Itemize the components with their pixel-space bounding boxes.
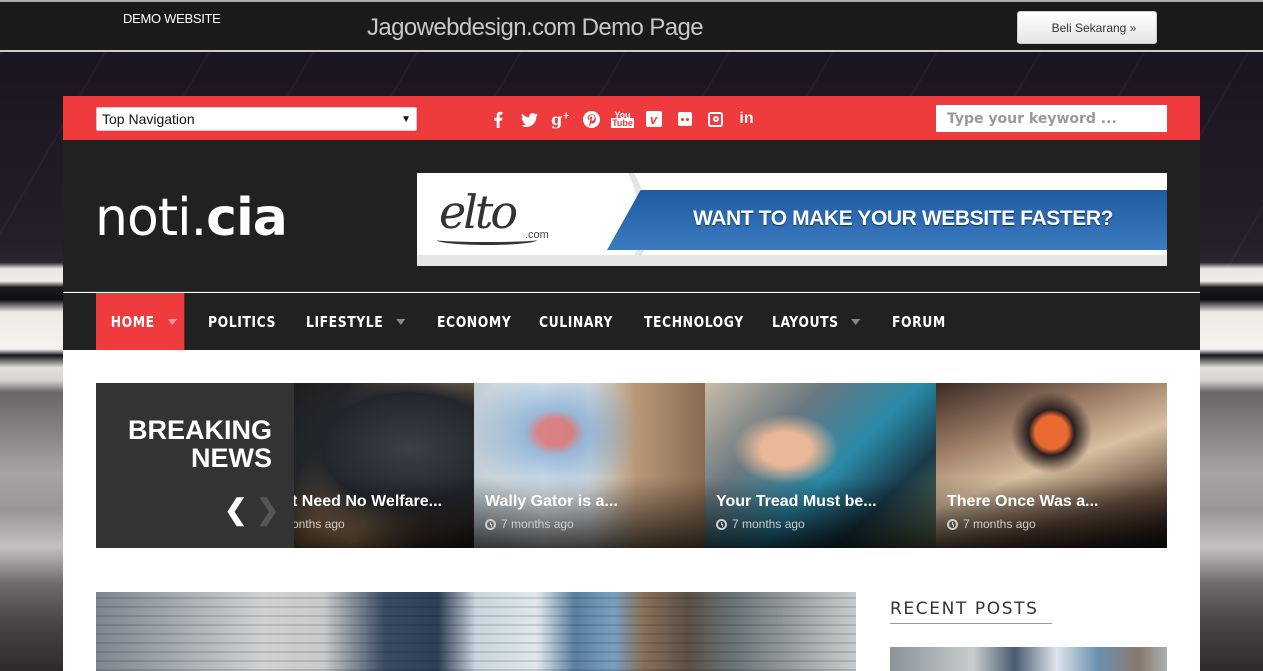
slide-date-text: 7 months ago bbox=[501, 517, 574, 531]
clock-icon bbox=[485, 518, 496, 530]
site-wrapper: Top Navigation ▼ g+ You Tube v in Type yo… bbox=[63, 96, 1200, 671]
site-header: noti.cia elto .com WANT TO MAKE YOUR WEB… bbox=[63, 140, 1200, 292]
search-input[interactable]: Type your keyword ... bbox=[936, 105, 1167, 132]
nav-label: TECHNOLOGY bbox=[644, 312, 744, 331]
site-logo[interactable]: noti.cia bbox=[95, 192, 288, 244]
top-navigation-select[interactable]: Top Navigation ▼ bbox=[96, 107, 417, 131]
next-arrow-icon[interactable]: ❯ bbox=[256, 493, 279, 526]
slide-date: 7 months ago bbox=[485, 517, 574, 531]
instagram-icon[interactable] bbox=[700, 108, 731, 130]
social-links: g+ You Tube v in bbox=[483, 108, 762, 130]
top-bar: Top Navigation ▼ g+ You Tube v in Type yo… bbox=[63, 96, 1200, 140]
nav-item-economy[interactable]: ECONOMY bbox=[437, 293, 511, 350]
nav-label: CULINARY bbox=[539, 312, 613, 331]
nav-label: LIFESTYLE bbox=[306, 312, 384, 331]
slide-date: onths ago bbox=[292, 517, 345, 531]
slide-title: Your Tread Must be... bbox=[716, 493, 877, 510]
ad-logo-swoosh bbox=[437, 235, 537, 245]
breaking-title-line1: BREAKING bbox=[127, 415, 272, 445]
slide-shade bbox=[936, 478, 1167, 548]
slide-date: 7 months ago bbox=[716, 517, 805, 531]
twitter-icon[interactable] bbox=[514, 108, 545, 130]
ad-headline: WANT TO MAKE YOUR WEBSITE FASTER? bbox=[693, 207, 1114, 230]
slide-title: There Once Was a... bbox=[947, 493, 1099, 510]
nav-item-forum[interactable]: FORUM bbox=[892, 293, 946, 350]
flickr-icon[interactable] bbox=[669, 108, 700, 130]
news-slide[interactable]: There Once Was a... 7 months ago bbox=[936, 383, 1167, 548]
breaking-title-line2: NEWS bbox=[191, 443, 272, 473]
facebook-icon[interactable] bbox=[483, 108, 514, 130]
previous-arrow-icon[interactable]: ❮ bbox=[224, 493, 247, 526]
news-slide[interactable]: Your Tread Must be... 7 months ago bbox=[705, 383, 936, 548]
slide-title: t Need No Welfare... bbox=[292, 493, 442, 510]
caret-down-icon bbox=[851, 318, 861, 325]
slide-date-text: 7 months ago bbox=[963, 517, 1036, 531]
nav-item-politics[interactable]: POLITICS bbox=[208, 293, 276, 350]
breaking-news-label-box: BREAKING NEWS ❮ ❯ bbox=[96, 383, 294, 548]
clock-icon bbox=[716, 518, 727, 530]
buy-now-button[interactable]: Beli Sekarang » bbox=[1017, 11, 1157, 44]
nav-item-technology[interactable]: TECHNOLOGY bbox=[644, 293, 744, 350]
nav-item-layouts[interactable]: LAYOUTS bbox=[772, 293, 861, 350]
demo-title: Jagowebdesign.com Demo Page bbox=[367, 14, 704, 41]
slide-shade bbox=[705, 478, 936, 548]
demo-label: DEMO WEBSITE bbox=[123, 11, 221, 26]
featured-post-image[interactable] bbox=[96, 592, 856, 671]
linkedin-icon[interactable]: in bbox=[731, 108, 762, 130]
clock-icon bbox=[947, 518, 958, 530]
news-slide[interactable]: Wally Gator is a... 7 months ago bbox=[474, 383, 705, 548]
nav-label: ECONOMY bbox=[437, 312, 512, 331]
dropdown-arrow-icon: ▼ bbox=[401, 113, 411, 125]
main-navigation: HOME POLITICS LIFESTYLE ECONOMY CULINARY… bbox=[63, 293, 1200, 350]
pinterest-icon[interactable] bbox=[576, 108, 607, 130]
slide-shade bbox=[474, 478, 705, 548]
google-plus-icon[interactable]: g+ bbox=[545, 108, 576, 130]
slide-date-text: 7 months ago bbox=[732, 517, 805, 531]
breaking-news-slider: t Need No Welfare... onths ago Wally Gat… bbox=[96, 383, 1167, 548]
slide-date-text: onths ago bbox=[292, 517, 345, 531]
caret-down-icon bbox=[396, 318, 406, 325]
nav-item-home[interactable]: HOME bbox=[96, 293, 185, 350]
nav-label: LAYOUTS bbox=[772, 312, 839, 331]
nav-item-lifestyle[interactable]: LIFESTYLE bbox=[306, 293, 406, 350]
recent-posts-underline bbox=[890, 623, 1052, 624]
nav-label: HOME bbox=[110, 312, 155, 331]
recent-post-thumbnail[interactable] bbox=[890, 647, 1167, 671]
nav-item-culinary[interactable]: CULINARY bbox=[539, 293, 613, 350]
top-navigation-value: Top Navigation bbox=[102, 111, 195, 127]
ad-banner[interactable]: elto .com WANT TO MAKE YOUR WEBSITE FAST… bbox=[417, 173, 1167, 266]
ad-brand-logo: elto bbox=[439, 185, 518, 239]
nav-label: POLITICS bbox=[208, 312, 276, 331]
logo-text-bold: cia bbox=[206, 188, 288, 248]
vimeo-icon[interactable]: v bbox=[638, 108, 669, 130]
ad-footer-strip bbox=[417, 255, 1167, 266]
youtube-icon[interactable]: You Tube bbox=[607, 108, 638, 130]
slide-title: Wally Gator is a... bbox=[485, 493, 618, 510]
ad-brand-suffix: .com bbox=[525, 229, 549, 241]
breaking-news-title: BREAKING NEWS bbox=[128, 416, 272, 472]
slide-date: 7 months ago bbox=[947, 517, 1036, 531]
recent-posts-heading: RECENT POSTS bbox=[890, 599, 1039, 619]
demo-bar: DEMO WEBSITE Jagowebdesign.com Demo Page… bbox=[0, 0, 1263, 52]
nav-label: FORUM bbox=[892, 312, 946, 331]
caret-down-icon bbox=[167, 318, 177, 325]
logo-text-light: noti. bbox=[95, 188, 207, 248]
